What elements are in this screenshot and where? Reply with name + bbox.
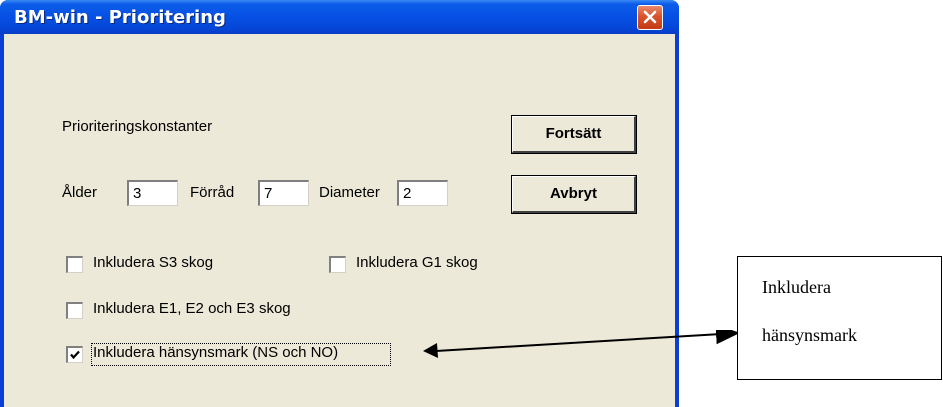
forrad-label: Förråd [190, 184, 235, 201]
continue-button[interactable]: Fortsätt [511, 115, 637, 154]
cancel-button[interactable]: Avbryt [511, 175, 637, 214]
annotation-line-2: hänsynsmark [762, 325, 857, 345]
window-title: BM-win - Prioritering [14, 7, 226, 28]
close-icon [643, 10, 657, 24]
annotation-line-1: Inkludera [762, 277, 831, 297]
diameter-label: Diameter [319, 184, 380, 201]
checkbox-e-skog[interactable] [66, 302, 83, 319]
checkbox-hansynsmark-label: Inkludera hänsynsmark (NS och NO) [93, 344, 339, 361]
checkmark-icon [70, 350, 80, 360]
alder-input[interactable]: 3 [127, 180, 178, 206]
checkbox-s3-skog-label: Inkludera S3 skog [93, 254, 214, 271]
forrad-input[interactable]: 7 [258, 180, 309, 206]
checkbox-g1-skog[interactable] [329, 256, 346, 273]
annotation-arrow [435, 330, 740, 352]
checkbox-s3-skog[interactable] [66, 256, 83, 273]
arrow-head [423, 343, 438, 358]
checkbox-e-skog-label: Inkludera E1, E2 och E3 skog [93, 300, 291, 317]
section-label: Prioriteringskonstanter [62, 118, 213, 135]
annotation-box: Inkludera hänsynsmark [737, 256, 942, 380]
checkbox-hansynsmark[interactable] [66, 346, 83, 363]
title-bar[interactable]: BM-win - Prioritering [0, 0, 679, 34]
alder-label: Ålder [62, 184, 98, 201]
checkbox-g1-skog-label: Inkludera G1 skog [356, 254, 478, 271]
diameter-input[interactable]: 2 [397, 180, 448, 206]
close-button[interactable] [637, 5, 663, 30]
